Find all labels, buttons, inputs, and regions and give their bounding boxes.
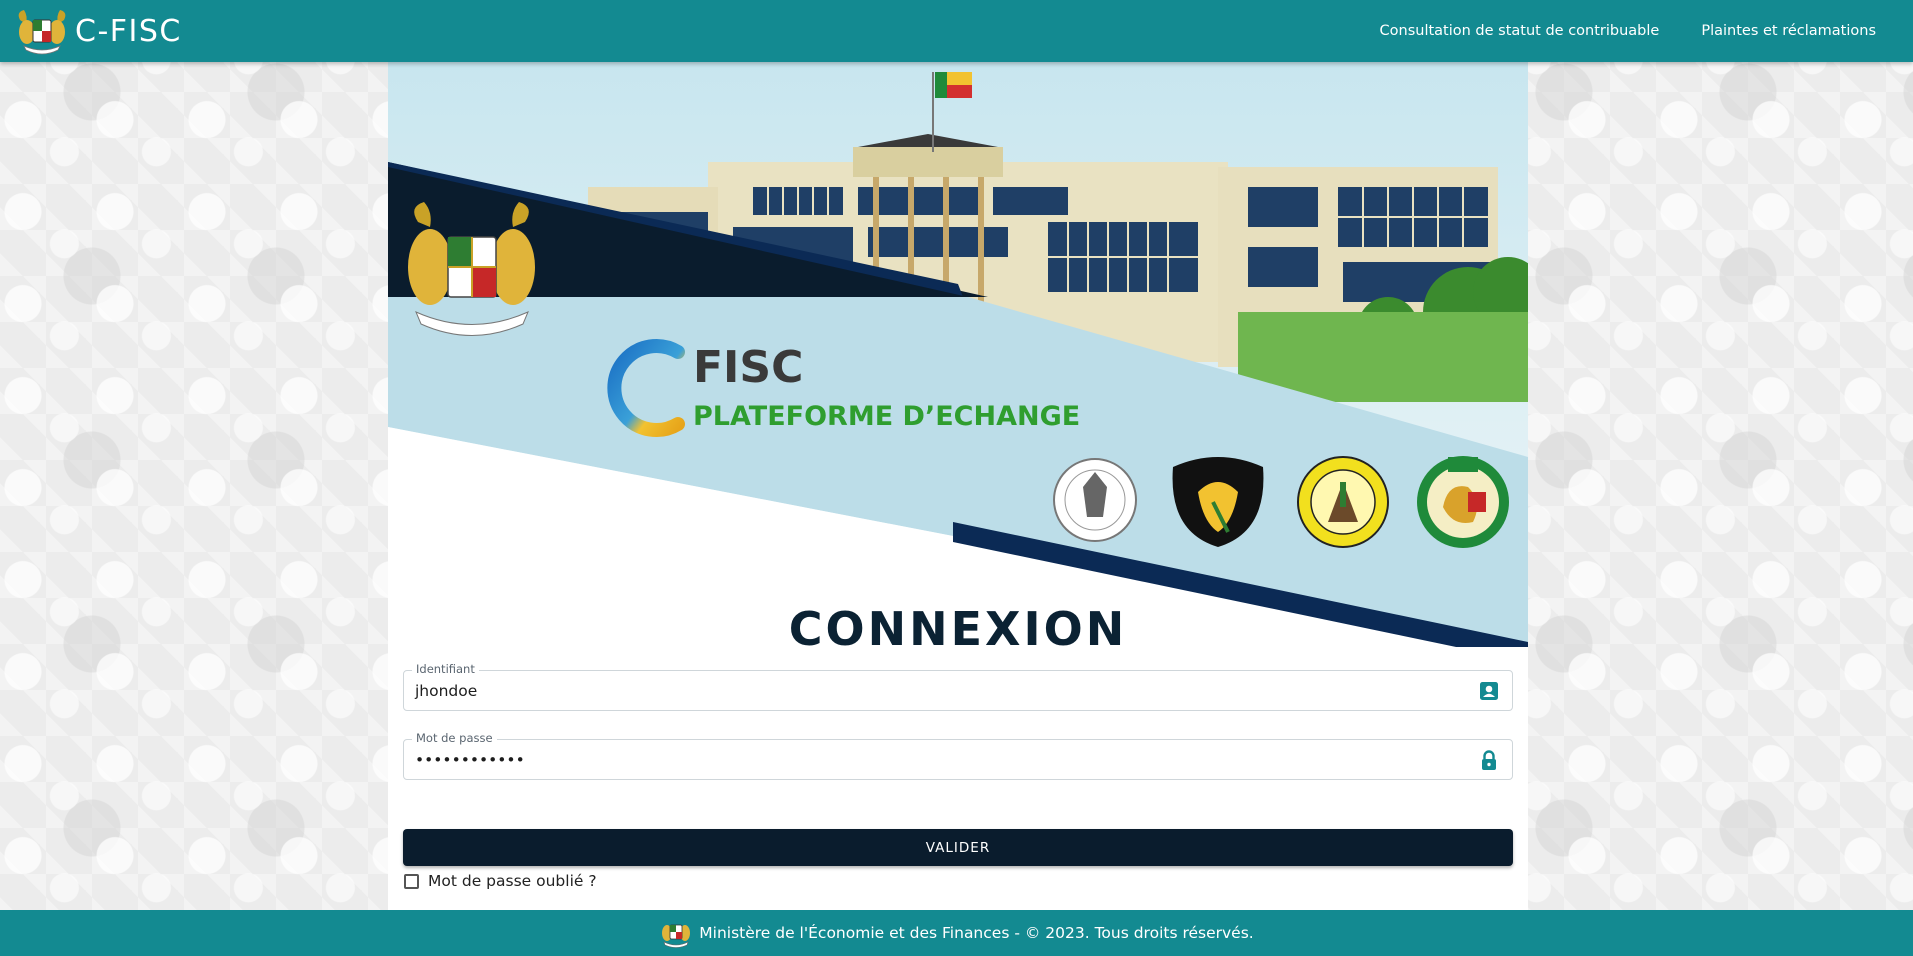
seal-tresor-public: [1297, 456, 1389, 548]
username-label: Identifiant: [412, 662, 479, 676]
password-field[interactable]: Mot de passe ••••••••••••: [403, 731, 1513, 780]
brand-name: C-FISC: [75, 13, 182, 49]
lock-icon: [1478, 749, 1500, 771]
password-label: Mot de passe: [412, 731, 497, 745]
forgot-password-checkbox[interactable]: [404, 873, 419, 889]
seal-dgb-benin: [1417, 456, 1509, 548]
password-input-value[interactable]: ••••••••••••: [415, 751, 525, 769]
banner-image: FISC PLATEFORME D’ECHANGE: [388, 62, 1528, 647]
seal-direction-generale-des-impots: [1053, 458, 1137, 542]
footer-coat-of-arms-icon: [659, 916, 693, 950]
account-box-icon: [1478, 680, 1500, 702]
nav-link-plaintes-reclamations[interactable]: Plaintes et réclamations: [1701, 23, 1876, 39]
top-nav: Consultation de statut de contribuable P…: [1338, 23, 1876, 39]
login-card: FISC PLATEFORME D’ECHANGE CONNEXION Iden…: [388, 62, 1528, 910]
footer: Ministère de l'Économie et des Finances …: [0, 910, 1913, 956]
login-title: CONNEXION: [788, 602, 1128, 656]
logo-plateforme-text: PLATEFORME D’ECHANGE: [693, 401, 1080, 432]
validate-button[interactable]: VALIDER: [403, 829, 1513, 866]
forgot-password-option[interactable]: Mot de passe oublié ?: [404, 872, 597, 890]
footer-copyright: Ministère de l'Économie et des Finances …: [699, 924, 1254, 942]
logo-fisc-text: FISC: [693, 342, 803, 393]
forgot-password-label[interactable]: Mot de passe oublié ?: [428, 872, 597, 890]
top-navbar: C-FISC Consultation de statut de contrib…: [0, 0, 1913, 62]
username-field[interactable]: Identifiant jhondoe: [403, 662, 1513, 711]
username-input-value[interactable]: jhondoe: [415, 682, 477, 700]
brand[interactable]: C-FISC: [13, 5, 182, 57]
nav-link-consultation-statut[interactable]: Consultation de statut de contribuable: [1380, 23, 1660, 39]
benin-coat-of-arms-icon: [13, 5, 71, 57]
